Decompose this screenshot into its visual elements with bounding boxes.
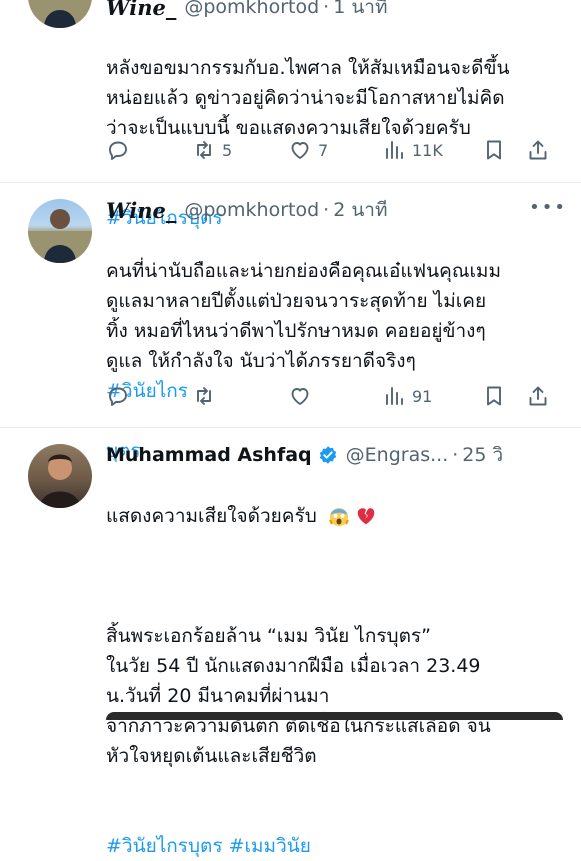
retweet-icon bbox=[197, 387, 211, 405]
handle[interactable]: @pomkhortod bbox=[184, 0, 319, 18]
reply-button[interactable] bbox=[106, 384, 192, 408]
like-button[interactable] bbox=[288, 384, 382, 408]
tweet-2[interactable]: ••• Wine_ @pomkhortod · 2 นาที คนที่น่าน… bbox=[0, 183, 581, 462]
screaming-face-emoji-icon bbox=[328, 508, 349, 526]
tweet-text-line1: แสดงความเสียใจด้วยครับ bbox=[106, 505, 317, 527]
handle[interactable]: @Engras... bbox=[346, 444, 449, 466]
views-count: 11K bbox=[412, 140, 443, 160]
bookmark-button[interactable] bbox=[482, 384, 526, 408]
share-icon bbox=[529, 140, 547, 160]
retweet-button[interactable] bbox=[192, 384, 288, 408]
views-icon bbox=[386, 387, 403, 405]
views-button[interactable]: 11K bbox=[382, 138, 482, 162]
tweet-text-body: คนที่น่านับถือและน่ายกย่องคือคุณเอ๋แฟนคุ… bbox=[106, 260, 501, 372]
retweet-icon bbox=[197, 141, 211, 159]
tweet-text-body: สิ้นพระเอกร้อยล้าน “เมม วินัย ไกรบุตร” ใ… bbox=[106, 625, 491, 767]
display-name[interactable]: Muhammad Ashfaq bbox=[106, 444, 312, 466]
avatar[interactable] bbox=[28, 199, 92, 263]
broken-heart-emoji-icon bbox=[357, 508, 375, 525]
share-icon bbox=[529, 386, 547, 406]
tweet-header: Muhammad Ashfaq @Engras... · 25 วิ bbox=[106, 440, 563, 470]
separator-dot: · bbox=[452, 444, 459, 466]
tweet-header: Wine_ @pomkhortod · 1 นาที bbox=[106, 0, 563, 22]
retweet-button[interactable]: 5 bbox=[192, 138, 288, 162]
like-count: 7 bbox=[318, 140, 329, 160]
avatar[interactable] bbox=[28, 444, 92, 508]
timestamp[interactable]: 1 นาที bbox=[333, 0, 387, 22]
bookmark-icon bbox=[487, 140, 501, 160]
media-preview[interactable] bbox=[106, 712, 563, 720]
share-button[interactable] bbox=[526, 138, 550, 162]
reply-icon bbox=[109, 141, 127, 160]
separator-dot: · bbox=[323, 199, 330, 221]
handle[interactable]: @pomkhortod bbox=[184, 199, 319, 221]
reply-button[interactable] bbox=[106, 138, 192, 162]
views-icon bbox=[386, 141, 403, 159]
tweet-1[interactable]: Wine_ @pomkhortod · 1 นาที หลังขอขมากรรม… bbox=[0, 0, 581, 229]
display-name[interactable]: Wine_ bbox=[106, 0, 176, 20]
verified-badge-icon bbox=[319, 446, 336, 464]
timestamp[interactable]: 2 นาที bbox=[333, 195, 387, 225]
views-count: 91 bbox=[412, 386, 433, 406]
retweet-count: 5 bbox=[222, 140, 233, 160]
reply-icon bbox=[109, 387, 127, 406]
heart-icon bbox=[291, 142, 309, 159]
bookmark-icon bbox=[487, 386, 501, 406]
timestamp[interactable]: 25 วิ bbox=[462, 440, 503, 470]
like-button[interactable]: 7 bbox=[288, 138, 382, 162]
display-name[interactable]: Wine_ bbox=[106, 198, 176, 223]
tweet-text: แสดงความเสียใจด้วยครับ สิ้นพระเอกร้อยล้า… bbox=[106, 471, 563, 861]
avatar[interactable] bbox=[28, 0, 92, 28]
bookmark-button[interactable] bbox=[482, 138, 526, 162]
tweet-header: Wine_ @pomkhortod · 2 นาที bbox=[106, 195, 563, 225]
separator-dot: · bbox=[323, 0, 330, 18]
tweet-3[interactable]: Muhammad Ashfaq @Engras... · 25 วิ แสดงค… bbox=[0, 428, 581, 857]
tweet-text-body: หลังขอขมากรรมกับอ.ไพศาล ให้สัมเหมือนจะดี… bbox=[106, 57, 510, 139]
heart-icon bbox=[291, 388, 309, 405]
views-button[interactable]: 91 bbox=[382, 384, 482, 408]
hashtag-link[interactable]: #วินัยไกรบุตร #เมมวินัย bbox=[106, 835, 311, 857]
share-button[interactable] bbox=[526, 384, 550, 408]
